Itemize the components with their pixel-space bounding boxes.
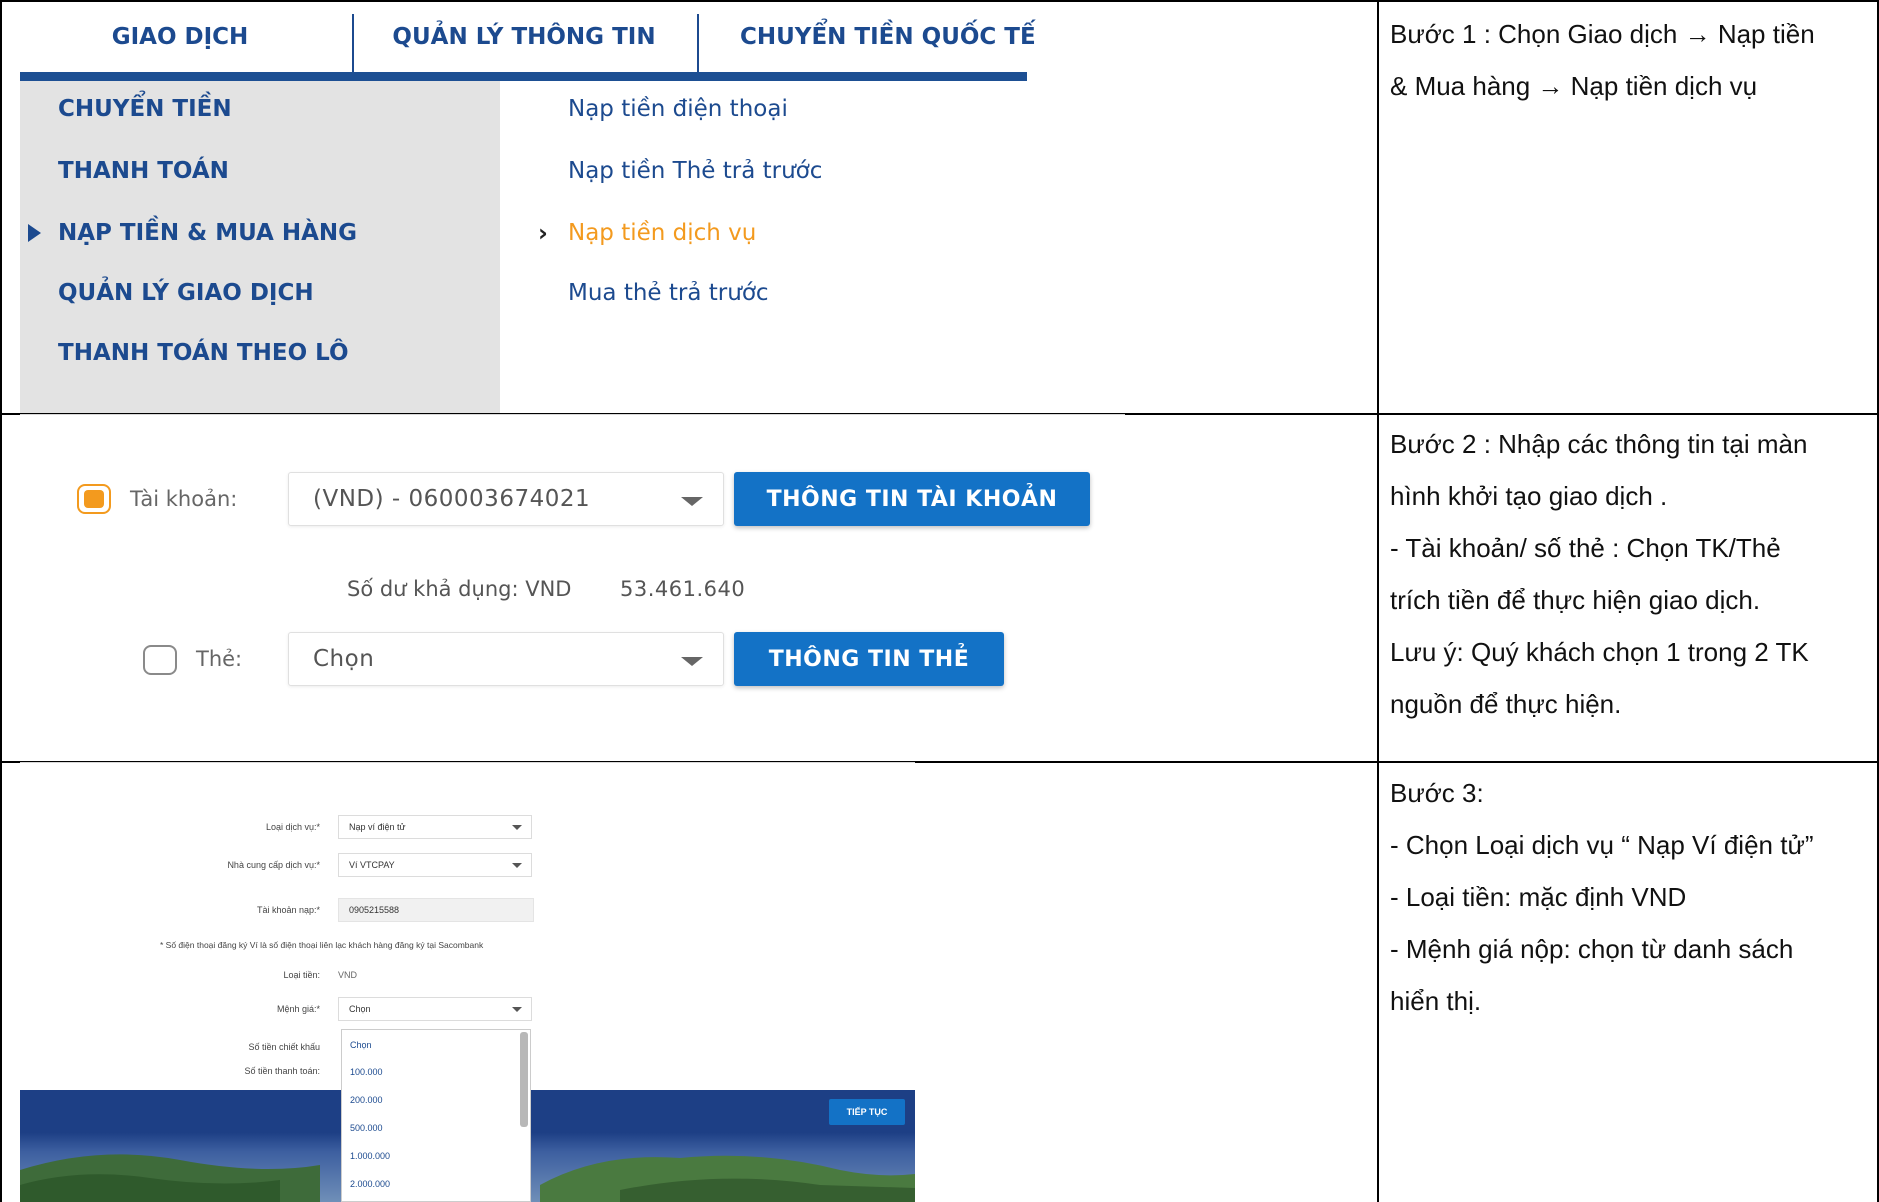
table-column-divider — [1377, 0, 1379, 1202]
desc-line: - Loại tiền: mặc định VND — [1390, 882, 1687, 912]
card-select[interactable]: Chọn — [288, 632, 724, 686]
menu-item-thanh-toan[interactable]: THANH TOÁN — [58, 158, 229, 184]
chevron-down-icon — [512, 825, 522, 830]
provider-value: Ví VTCPAY — [349, 860, 395, 870]
desc-line: nguồn để thực hiện. — [1390, 689, 1622, 719]
card-info-button[interactable]: THÔNG TIN THẺ — [734, 632, 1004, 686]
desc-line: - Tài khoản/ số thẻ : Chọn TK/Thẻ — [1390, 533, 1781, 563]
dropdown-option[interactable]: 200.000 — [350, 1095, 383, 1105]
desc-line: - Mệnh giá nộp: chọn từ danh sách — [1390, 934, 1794, 964]
step-3-description: Bước 3: - Chọn Loại dịch vụ “ Nạp Ví điệ… — [1390, 767, 1870, 1027]
dropdown-option[interactable]: 2.000.000 — [350, 1179, 390, 1189]
phone-note: * Số điện thoại đăng ký Ví là số điện th… — [160, 940, 484, 950]
account-select[interactable]: (VND) - 060003674021 — [288, 472, 724, 526]
menu-item-nap-tien-mua-hang[interactable]: NẠP TIỀN & MUA HÀNG — [58, 220, 357, 246]
menu-item-quan-ly-giao-dich[interactable]: QUẢN LÝ GIAO DỊCH — [58, 280, 314, 306]
account-checkbox[interactable] — [77, 484, 111, 514]
denomination-label: Mệnh giá:* — [276, 1004, 320, 1014]
menu-item-chuyen-tien[interactable]: CHUYỂN TIỀN — [58, 96, 232, 122]
dropdown-scrollbar[interactable] — [520, 1032, 528, 1127]
card-checkbox[interactable] — [143, 645, 177, 675]
provider-label: Nhà cung cấp dịch vụ:* — [227, 860, 320, 870]
currency-label: Loại tiền: — [283, 970, 320, 980]
payment-amount-label: Số tiền thanh toán: — [244, 1066, 320, 1076]
tab-giao-dich[interactable]: GIAO DỊCH — [20, 0, 340, 74]
active-triangle-icon — [28, 224, 41, 242]
dropdown-option[interactable]: 100.000 — [350, 1067, 383, 1077]
menu-item-thanh-toan-theo-lo[interactable]: THANH TOÁN THEO LÔ — [58, 340, 349, 366]
provider-select[interactable]: Ví VTCPAY — [338, 853, 532, 877]
desc-line: trích tiền để thực hiện giao dịch. — [1390, 585, 1761, 615]
chevron-down-icon — [681, 497, 703, 506]
desc-line: hình khởi tạo giao dịch . — [1390, 481, 1668, 511]
submenu-nap-tien-the-tra-truoc[interactable]: Nạp tiền Thẻ trả trước — [568, 158, 822, 184]
menu-bar — [20, 72, 1027, 81]
tab-separator — [697, 14, 699, 74]
denomination-dropdown-list: Chọn 100.000 200.000 500.000 1.000.000 2… — [341, 1029, 531, 1202]
chevron-down-icon — [512, 1007, 522, 1012]
submenu-nap-tien-dien-thoai[interactable]: Nạp tiền điện thoại — [568, 96, 788, 122]
balance-value: 53.461.640 — [620, 577, 746, 601]
dropdown-option[interactable]: Chọn — [350, 1040, 372, 1050]
chevron-down-icon — [681, 657, 703, 666]
denomination-value: Chọn — [349, 1004, 371, 1014]
submenu-mua-the-tra-truoc[interactable]: Mua thẻ trả trước — [568, 280, 769, 306]
chevron-right-icon: › — [538, 219, 548, 247]
tab-quan-ly-thong-tin[interactable]: QUẢN LÝ THÔNG TIN — [354, 0, 694, 74]
desc-line: Lưu ý: Quý khách chọn 1 trong 2 TK — [1390, 637, 1809, 667]
service-type-label: Loại dịch vụ:* — [265, 822, 320, 832]
service-type-value: Nạp ví điện tử — [349, 822, 406, 832]
topup-account-input[interactable]: 0905215588 — [338, 898, 534, 922]
step-1-description: Bước 1 : Chọn Giao dịch → Nạp tiền & Mua… — [1390, 8, 1870, 112]
desc-line: - Chọn Loại dịch vụ “ Nạp Ví điện tử” — [1390, 830, 1814, 860]
desc-line: Bước 2 : Nhập các thông tin tại màn — [1390, 429, 1808, 459]
discount-label: Số tiền chiết khấu — [248, 1042, 320, 1052]
account-select-value: (VND) - 060003674021 — [313, 486, 591, 512]
desc-line: & Mua hàng → Nạp tiền dịch vụ — [1390, 71, 1758, 101]
card-label: Thẻ: — [196, 647, 243, 671]
denomination-select[interactable]: Chọn — [338, 997, 532, 1021]
desc-line: Bước 1 : Chọn Giao dịch → Nạp tiền — [1390, 19, 1815, 49]
screenshot-bottom-rule — [20, 414, 1125, 415]
screenshot-top-rule — [20, 762, 915, 763]
topup-account-value: 0905215588 — [349, 905, 400, 915]
dropdown-option[interactable]: 1.000.000 — [350, 1151, 390, 1161]
desc-line: hiển thị. — [1390, 986, 1482, 1016]
step-2-description: Bước 2 : Nhập các thông tin tại màn hình… — [1390, 418, 1870, 730]
balance-label: Số dư khả dụng: VND — [347, 577, 572, 601]
desc-line: Bước 3: — [1390, 778, 1484, 808]
account-label: Tài khoản: — [130, 487, 238, 511]
continue-button[interactable]: TIẾP TỤC — [829, 1099, 905, 1125]
topup-account-label: Tài khoản nạp:* — [256, 905, 320, 915]
chevron-down-icon — [512, 863, 522, 868]
account-info-button[interactable]: THÔNG TIN TÀI KHOẢN — [734, 472, 1090, 526]
table-border-left — [0, 0, 2, 1202]
submenu-nap-tien-dich-vu[interactable]: Nạp tiền dịch vụ — [568, 220, 756, 246]
service-type-select[interactable]: Nạp ví điện tử — [338, 815, 532, 839]
dropdown-option[interactable]: 500.000 — [350, 1123, 383, 1133]
tab-chuyen-tien-quoc-te[interactable]: CHUYỂN TIỀN QUỐC TẾ — [740, 0, 1040, 74]
card-select-value: Chọn — [313, 646, 375, 672]
currency-value: VND — [338, 970, 358, 980]
